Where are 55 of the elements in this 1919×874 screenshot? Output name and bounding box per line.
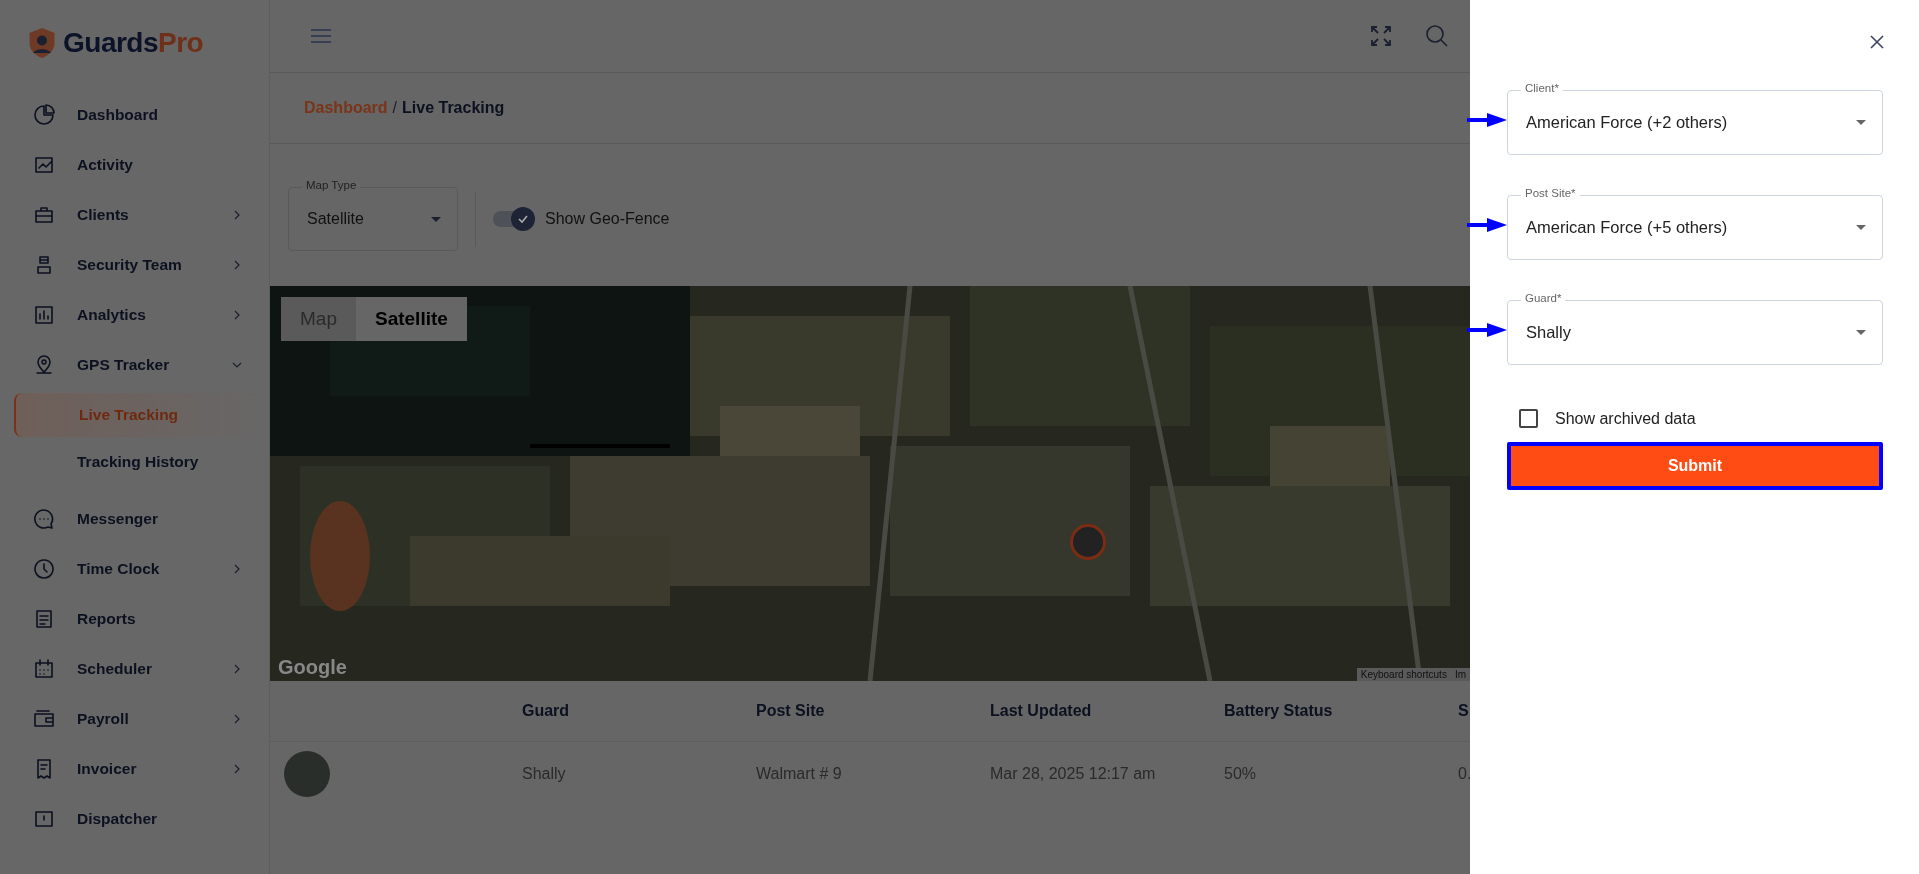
chat-bubble-icon (32, 507, 56, 531)
dropdown-caret-icon (1856, 225, 1866, 230)
calendar-icon (32, 657, 56, 681)
sidebar-item[interactable]: Security Team (0, 240, 269, 290)
sidebar-item[interactable]: Invoicer (0, 744, 269, 794)
sidebar-item[interactable]: Scheduler (0, 644, 269, 694)
close-icon[interactable] (1869, 34, 1885, 50)
table-cell-text: 50% (1224, 765, 1258, 783)
bar-chart-icon (32, 303, 56, 327)
sidebar-item[interactable]: GPS Tracker (0, 340, 269, 390)
sidebar-item[interactable]: Payroll (0, 694, 269, 744)
map-footer-link[interactable]: Im (1450, 668, 1470, 681)
sidebar-subitem[interactable]: Tracking History (14, 440, 269, 484)
check-icon (517, 213, 529, 225)
sidebar-item[interactable]: Clients (0, 190, 269, 240)
submit-button[interactable]: Submit (1507, 442, 1883, 490)
shield-logo-icon (27, 26, 57, 60)
arrow-icon (1467, 217, 1507, 233)
map-footer-link[interactable]: Keyboard shortcuts (1356, 668, 1451, 681)
column-header: S (1458, 702, 1470, 720)
sidebar-item[interactable]: Messenger (0, 494, 269, 544)
checkbox-label: Show archived data (1555, 409, 1696, 428)
sidebar-item[interactable]: Activity (0, 140, 269, 190)
dropdown-caret-icon (1856, 120, 1866, 125)
breadcrumb-separator: / (392, 99, 398, 117)
dropdown-caret-icon (1856, 330, 1866, 335)
arrow-icon (1467, 112, 1507, 128)
sidebar-item[interactable]: Reports (0, 594, 269, 644)
column-header: Guard (522, 702, 571, 720)
table-cell-text: Shally (522, 765, 567, 783)
column-header: Battery Status (1224, 702, 1334, 720)
column-header: Post Site (756, 702, 826, 720)
table-cell-text: 0. (1458, 765, 1473, 783)
pie-chart-icon (32, 103, 56, 127)
map-attribution: Google (278, 656, 347, 679)
sidebar-item[interactable]: Dispatcher (0, 794, 269, 844)
avatar (284, 751, 330, 797)
table-cell-text: Walmart # 9 (756, 765, 843, 783)
column-header: Last Updated (990, 702, 1093, 720)
logo-text: GuardsPro (63, 27, 204, 59)
dropdown-caret-icon (431, 216, 441, 222)
map-view-tab[interactable]: Satellite (355, 297, 467, 341)
geo-fence-label: Show Geo-Fence (545, 210, 670, 228)
sidebar-item[interactable]: Analytics (0, 290, 269, 340)
menu-icon[interactable] (310, 28, 332, 44)
clock-icon (32, 557, 56, 581)
fullscreen-icon[interactable] (1369, 24, 1393, 48)
checkbox[interactable] (1519, 409, 1538, 428)
search-icon[interactable] (1425, 24, 1449, 48)
geo-fence-toggle[interactable] (493, 207, 535, 231)
breadcrumb-current: Live Tracking (402, 99, 505, 117)
table-cell-text: Mar 28, 2025 12:17 am (990, 765, 1157, 783)
arrow-icon (1467, 322, 1507, 338)
sidebar-item[interactable]: Dashboard (0, 90, 269, 140)
sidebar-item[interactable]: Time Clock (0, 544, 269, 594)
